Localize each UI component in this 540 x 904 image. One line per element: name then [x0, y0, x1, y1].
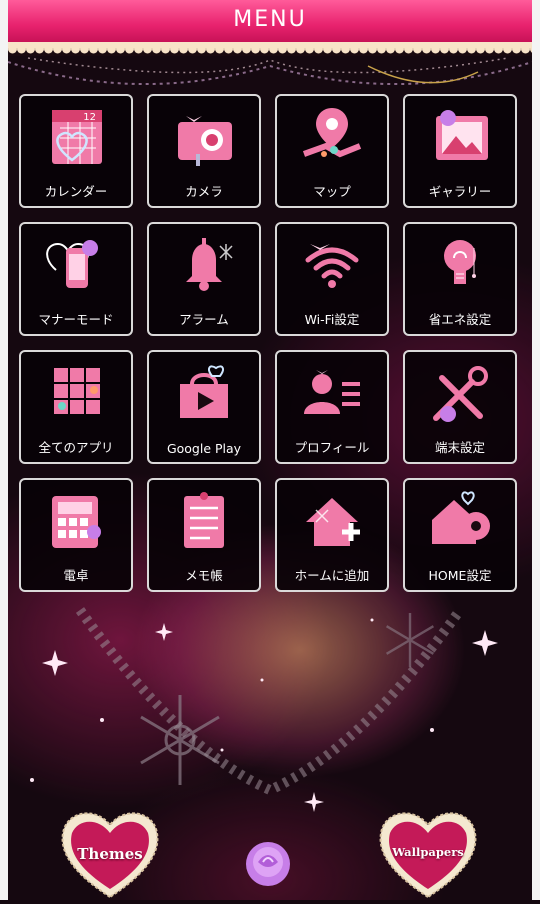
app-label: 電卓	[63, 568, 89, 583]
app-label: アラーム	[179, 312, 229, 327]
sparkles-decoration	[30, 618, 498, 812]
menu-header: MENU	[8, 0, 532, 45]
app-label: Wi-Fi設定	[304, 312, 360, 327]
app-label: 省エネ設定	[428, 312, 492, 327]
app-tile-add-to-home[interactable]: ホームに追加	[275, 478, 389, 592]
camera-icon	[178, 116, 232, 166]
add-to-home-icon	[306, 498, 360, 546]
app-label: Google Play	[166, 441, 242, 456]
app-tile-calculator[interactable]: 電卓	[19, 478, 133, 592]
gallery-icon	[436, 110, 488, 160]
wifi-icon	[305, 244, 359, 288]
alarm-bell-icon	[186, 238, 233, 291]
app-label: ギャラリー	[428, 184, 492, 199]
rose-icon[interactable]	[240, 838, 296, 890]
app-label: カメラ	[185, 184, 223, 199]
google-play-icon	[180, 365, 228, 418]
app-label: HOME設定	[428, 568, 492, 583]
memo-pad-icon	[184, 492, 224, 548]
app-label: 端末設定	[434, 440, 485, 455]
calendar-date: 12	[83, 112, 96, 123]
app-tile-alarm-bell[interactable]: アラーム	[147, 222, 261, 336]
lace-trim-decoration	[8, 44, 532, 56]
app-tile-calendar-heart[interactable]: 12 カレンダー	[19, 94, 133, 208]
map-pin-icon	[302, 108, 362, 158]
left-frame-edge	[0, 0, 8, 900]
device-settings-tools-icon	[433, 366, 488, 422]
app-label: メモ帳	[185, 568, 223, 583]
all-apps-grid-icon	[54, 368, 100, 414]
app-tile-wifi[interactable]: Wi-Fi設定	[275, 222, 389, 336]
app-tile-energy-saving-bulb[interactable]: 省エネ設定	[403, 222, 517, 336]
app-label: カレンダー	[44, 184, 108, 199]
home-settings-gear-icon	[432, 491, 490, 544]
app-label: 全てのアプリ	[38, 440, 114, 455]
app-label: マナーモード	[38, 312, 114, 327]
app-tile-profile[interactable]: プロフィール	[275, 350, 389, 464]
app-tile-google-play[interactable]: Google Play	[147, 350, 261, 464]
app-tile-device-settings-tools[interactable]: 端末設定	[403, 350, 517, 464]
right-frame-edge	[532, 0, 540, 900]
app-tile-map-pin[interactable]: マップ	[275, 94, 389, 208]
manner-mode-phone-icon	[46, 240, 98, 288]
calculator-icon	[52, 496, 101, 548]
app-label: プロフィール	[294, 440, 370, 455]
app-tile-memo-pad[interactable]: メモ帳	[147, 478, 261, 592]
wallpapers-button[interactable]: Wallpapers	[374, 805, 482, 900]
profile-icon	[304, 370, 360, 414]
themes-button[interactable]: Themes	[56, 805, 164, 900]
app-label: ホームに追加	[294, 568, 370, 583]
app-tile-camera[interactable]: カメラ	[147, 94, 261, 208]
app-tile-all-apps-grid[interactable]: 全てのアプリ	[19, 350, 133, 464]
wallpapers-label: Wallpapers	[392, 845, 464, 859]
themes-label: Themes	[77, 845, 143, 863]
page-title: MENU	[233, 7, 307, 32]
calendar-heart-icon: 12	[52, 110, 102, 164]
app-tile-home-settings-gear[interactable]: HOME設定	[403, 478, 517, 592]
app-tile-manner-mode-phone[interactable]: マナーモード	[19, 222, 133, 336]
app-tile-gallery[interactable]: ギャラリー	[403, 94, 517, 208]
energy-saving-bulb-icon	[444, 240, 476, 284]
app-menu-grid: 12 カレンダー カメラ マップ ギャラリー マナーモード アラーム Wi-Fi…	[19, 94, 521, 592]
app-label: マップ	[313, 184, 351, 199]
